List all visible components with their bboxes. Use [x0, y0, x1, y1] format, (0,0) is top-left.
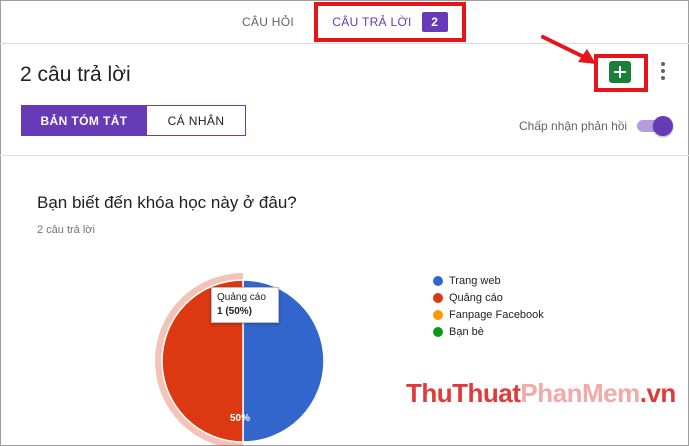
- tooltip-category: Quảng cáo: [217, 292, 266, 303]
- legend-item-trang-web[interactable]: Trang web: [433, 272, 544, 289]
- legend-label: Quảng cáo: [449, 291, 503, 304]
- tab-questions[interactable]: CÂU HỎI: [226, 0, 310, 44]
- more-dot: [661, 62, 665, 66]
- question-title: Bạn biết đến khóa học này ở đâu?: [37, 193, 297, 212]
- watermark-part-3: .vn: [639, 378, 677, 408]
- legend-dot-icon: [433, 309, 443, 320]
- more-vert-icon[interactable]: [656, 60, 670, 82]
- tab-responses[interactable]: CÂU TRẢ LỜI 2: [318, 0, 462, 44]
- red-arrow-icon: [541, 35, 596, 64]
- legend-item-fanpage-facebook[interactable]: Fanpage Facebook: [433, 306, 544, 323]
- toggle-thumb: [653, 116, 673, 136]
- summary-button[interactable]: BẢN TÓM TẮT: [21, 105, 147, 136]
- chart-tooltip: Quảng cáo 1 (50%): [211, 287, 279, 323]
- legend-label: Bạn bè: [449, 325, 484, 338]
- individual-button[interactable]: CÁ NHÂN: [147, 105, 246, 136]
- sheets-icon-vbar: [619, 66, 621, 78]
- more-dot: [661, 69, 665, 73]
- legend-dot-icon: [433, 326, 443, 337]
- legend-item-ban-be[interactable]: Bạn bè: [433, 323, 544, 340]
- accepting-responses-toggle[interactable]: [637, 116, 673, 136]
- legend-item-quang-cao[interactable]: Quảng cáo: [433, 289, 544, 306]
- question-response-count: 2 câu trả lời: [37, 224, 95, 236]
- view-toggle: BẢN TÓM TẮT CÁ NHÂN: [21, 105, 246, 136]
- section-divider: [0, 155, 689, 156]
- tooltip-value: 1 (50%): [217, 306, 253, 317]
- chart-legend: Trang web Quảng cáo Fanpage Facebook Bạn…: [433, 272, 544, 340]
- legend-dot-icon: [433, 292, 443, 303]
- slice-label-trang-web: 50%: [230, 413, 251, 424]
- watermark-part-1: ThuThuat: [406, 378, 521, 408]
- legend-label: Trang web: [449, 274, 501, 287]
- page-title: 2 câu trả lời: [20, 63, 131, 86]
- legend-label: Fanpage Facebook: [449, 308, 544, 321]
- watermark-logo: ThuThuatPhanMem.vn: [406, 378, 676, 409]
- more-dot: [661, 76, 665, 80]
- active-tab-indicator: [318, 39, 462, 42]
- tab-questions-label: CÂU HỎI: [241, 15, 295, 29]
- watermark-part-2: PhanMem: [520, 378, 640, 408]
- legend-dot-icon: [433, 275, 443, 286]
- responses-count-badge: 2: [421, 12, 448, 32]
- accepting-responses-label: Chấp nhận phản hồi: [519, 119, 628, 133]
- google-sheets-icon[interactable]: [609, 61, 631, 83]
- tab-responses-label: CÂU TRẢ LỜI: [332, 15, 412, 29]
